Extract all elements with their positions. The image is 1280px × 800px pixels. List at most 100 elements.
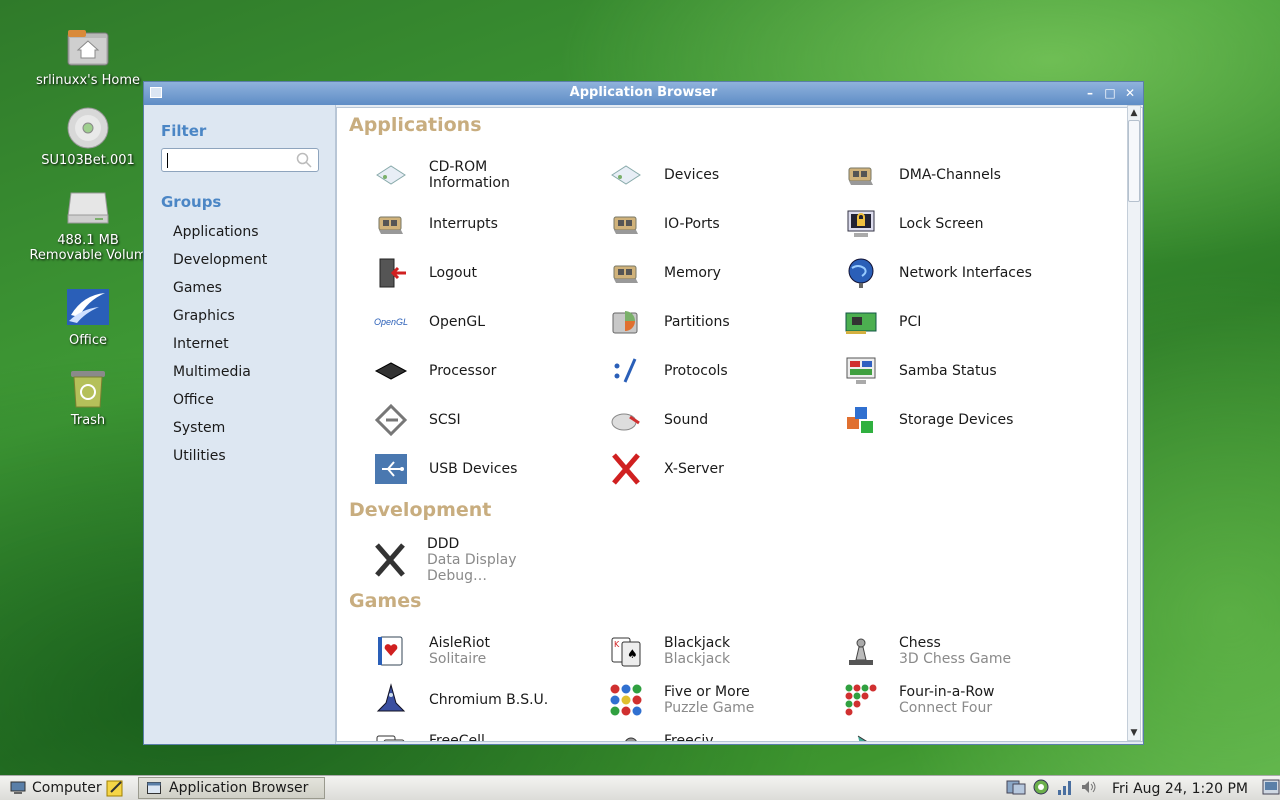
- samba-monitor-icon: [843, 353, 879, 389]
- app-description: Solitaire: [429, 651, 487, 667]
- close-button[interactable]: ✕: [1123, 84, 1137, 102]
- usb-logo-icon: [373, 451, 409, 487]
- vertical-scrollbar[interactable]: ▲ ▼: [1127, 105, 1141, 741]
- app-launcher[interactable]: PCI: [807, 302, 1042, 342]
- show-desktop-icon[interactable]: [1262, 778, 1280, 800]
- network-manager-tray-icon[interactable]: [1032, 778, 1050, 800]
- clock[interactable]: Fri Aug 24, 1:20 PM: [1112, 781, 1248, 797]
- app-launcher[interactable]: ♥FreeCellSolitaire: [337, 729, 572, 741]
- scroll-up-arrow[interactable]: ▲: [1128, 106, 1140, 120]
- app-name: Five or More: [664, 684, 750, 700]
- group-development[interactable]: Development: [161, 247, 335, 275]
- app-launcher[interactable]: Lock Screen: [807, 204, 1042, 244]
- app-name: PCI: [899, 314, 922, 330]
- chess-piece-icon: [843, 633, 879, 669]
- storage-cubes-icon: [843, 402, 879, 438]
- ddd-x-icon: [373, 542, 407, 578]
- app-launcher[interactable]: AisleRiot Solitaire: [337, 631, 572, 671]
- app-launcher[interactable]: Samba Status: [807, 351, 1042, 391]
- app-launcher[interactable]: Sound: [572, 400, 807, 440]
- app-launcher[interactable]: Interrupts: [337, 204, 572, 244]
- desktop-icon-label: srlinuxx's Home: [35, 73, 141, 88]
- lock-screen-icon: [843, 206, 879, 242]
- volume-icon[interactable]: [1080, 778, 1098, 800]
- app-launcher[interactable]: SCSI: [337, 400, 572, 440]
- app-name: Logout: [429, 265, 477, 281]
- desktop-icon-label-2: Removable Volum: [29, 248, 147, 263]
- group-graphics[interactable]: Graphics: [161, 303, 335, 331]
- app-launcher[interactable]: OpenGL OpenGL: [337, 302, 572, 342]
- app-launcher[interactable]: FreeCiv Manual: [807, 729, 1042, 741]
- app-description: Blackjack: [664, 651, 731, 667]
- taskbar-window-button[interactable]: Application Browser: [138, 777, 325, 799]
- app-name: Chess: [899, 635, 941, 651]
- svg-text:♠: ♠: [627, 647, 638, 661]
- group-applications[interactable]: Applications: [161, 219, 335, 247]
- scroll-thumb[interactable]: [1128, 120, 1140, 202]
- desktop-icon-label: Office: [69, 333, 107, 348]
- app-launcher[interactable]: DDD Data Display Debug…: [337, 536, 572, 584]
- text-cursor: [167, 153, 168, 168]
- maximize-button[interactable]: □: [1103, 84, 1117, 102]
- app-launcher[interactable]: USB Devices: [337, 449, 572, 489]
- taskbar-window-label: Application Browser: [169, 780, 309, 796]
- window-menu-icon[interactable]: [150, 87, 162, 98]
- group-system[interactable]: System: [161, 415, 335, 443]
- group-internet[interactable]: Internet: [161, 331, 335, 359]
- app-name: Interrupts: [429, 216, 498, 232]
- filter-search-input[interactable]: [161, 148, 319, 172]
- app-launcher[interactable]: Logout: [337, 253, 572, 293]
- app-launcher[interactable]: Five or More Puzzle Game: [572, 680, 807, 720]
- window-titlebar[interactable]: Application Browser – □ ✕: [144, 82, 1143, 105]
- desktop-icon-cd[interactable]: SU103Bet.001: [18, 105, 158, 168]
- app-launcher[interactable]: Partitions: [572, 302, 807, 342]
- group-utilities[interactable]: Utilities: [161, 443, 335, 471]
- x-server-logo-icon: [608, 451, 644, 487]
- group-office[interactable]: Office: [161, 387, 335, 415]
- app-launcher[interactable]: Devices: [572, 155, 807, 195]
- desktop-icon-office[interactable]: Office: [18, 285, 158, 348]
- app-launcher[interactable]: IO-Ports: [572, 204, 807, 244]
- app-launcher[interactable]: DMA-Channels: [807, 155, 1042, 195]
- app-launcher[interactable]: Storage Devices: [807, 400, 1042, 440]
- desktop-icon-removable[interactable]: 488.1 MB Removable Volum: [18, 185, 158, 263]
- signal-strength-icon[interactable]: [1056, 778, 1074, 800]
- computer-menu-label: Computer: [32, 780, 102, 796]
- spaceship-icon: [373, 682, 409, 718]
- application-browser-window: Application Browser – □ ✕ Filter Groups …: [143, 81, 1144, 745]
- desktop-icon-label: SU103Bet.001: [41, 153, 135, 168]
- minimize-button[interactable]: –: [1083, 84, 1097, 102]
- app-launcher[interactable]: CD-ROM Information: [337, 155, 572, 195]
- app-launcher[interactable]: Chess 3D Chess Game: [807, 631, 1042, 671]
- app-launcher[interactable]: Memory: [572, 253, 807, 293]
- computer-icon: [10, 781, 26, 794]
- desktop-icon-home[interactable]: srlinuxx's Home: [18, 25, 158, 88]
- app-name: X-Server: [664, 461, 724, 477]
- cd-disc-icon: [65, 105, 111, 151]
- desktop-icon-trash[interactable]: Trash: [18, 365, 158, 428]
- app-launcher[interactable]: X-Server: [572, 449, 807, 489]
- app-launcher[interactable]: Chromium B.S.U.: [337, 680, 572, 720]
- app-launcher[interactable]: Protocols: [572, 351, 807, 391]
- globe-network-icon: [843, 255, 879, 291]
- sound-speaker-icon: [608, 402, 644, 438]
- notes-launcher-icon[interactable]: [106, 779, 124, 800]
- app-description: Puzzle Game: [664, 700, 755, 716]
- app-launcher[interactable]: K ♠ Blackjack Blackjack: [572, 631, 807, 671]
- chip-card-icon: [373, 206, 409, 242]
- app-name: Blackjack: [664, 635, 731, 651]
- app-list-pane[interactable]: Applications CD-ROM Information Devices DMA…: [336, 107, 1143, 742]
- system-tray: Fri Aug 24, 1:20 PM: [1006, 776, 1280, 800]
- group-multimedia[interactable]: Multimedia: [161, 359, 335, 387]
- app-launcher[interactable]: FreecivStrategy Game: [572, 729, 807, 741]
- window-task-icon: [147, 782, 161, 794]
- app-launcher[interactable]: Four-in-a-Row Connect Four: [807, 680, 1042, 720]
- computer-menu-button[interactable]: Computer: [0, 776, 105, 800]
- app-launcher[interactable]: Network Interfaces: [807, 253, 1042, 293]
- app-launcher[interactable]: Processor: [337, 351, 572, 391]
- scroll-down-arrow[interactable]: ▼: [1128, 726, 1140, 740]
- freeciv-manual-icon: [843, 731, 879, 741]
- group-games[interactable]: Games: [161, 275, 335, 303]
- chip-card-icon: [843, 157, 879, 193]
- update-tray-icon[interactable]: [1006, 778, 1026, 800]
